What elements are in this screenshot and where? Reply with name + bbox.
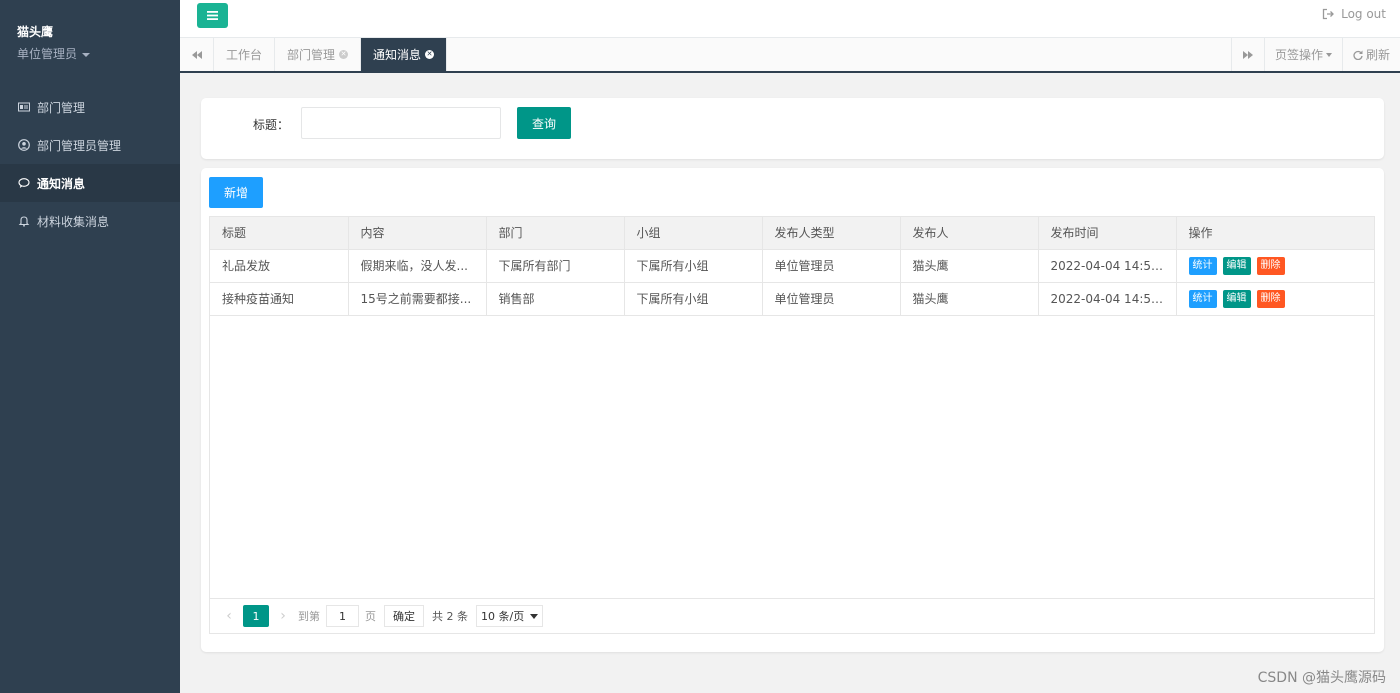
tab-notifications[interactable]: 通知消息 ✕	[361, 38, 448, 71]
tab-label: 部门管理	[287, 48, 336, 62]
cell-time: 2022-04-04 14:54:54	[1038, 282, 1177, 316]
delete-button[interactable]: 删除	[1256, 256, 1285, 275]
cell-title: 礼品发放	[210, 249, 349, 283]
close-icon[interactable]: ✕	[339, 50, 349, 59]
hamburger-icon	[207, 11, 218, 20]
pagination: ‹ 1 › 到第 页 确定 共 2 条 10 条/页	[210, 598, 1374, 633]
tab-scroll-right-button[interactable]	[1230, 38, 1264, 71]
tab-label: 工作台	[226, 48, 263, 62]
cell-ops: 统计 编辑 删除	[1176, 282, 1374, 316]
edit-button[interactable]: 编辑	[1222, 256, 1251, 275]
user-role-dropdown[interactable]: 单位管理员	[17, 45, 91, 62]
cell-ops: 统计 编辑 删除	[1176, 249, 1374, 283]
cell-publisher: 猫头鹰	[900, 249, 1039, 283]
sidebar-item-label: 材料收集消息	[37, 214, 110, 229]
tab-dashboard[interactable]: 工作台	[214, 38, 276, 71]
page-unit-label: 页	[365, 610, 376, 623]
table-row: 接种疫苗通知 15号之前需要都接... 销售部 下属所有小组 单位管理员 猫头鹰…	[210, 282, 1374, 316]
column-header: 部门	[486, 217, 625, 250]
sidebar-item-label: 部门管理	[37, 100, 86, 115]
table-panel: 新增 标题 内容 部门 小组 发布人类型 发布人 发布时间 操作 礼品发放 假期…	[201, 168, 1384, 652]
sidebar-nav: 部门管理 部门管理员管理 通知消息 材料收集消息	[0, 88, 180, 240]
tab-dept-management[interactable]: 部门管理 ✕	[275, 38, 362, 71]
stat-button[interactable]: 统计	[1188, 289, 1217, 308]
watermark: CSDN @猫头鹰源码	[1257, 670, 1386, 686]
sidebar-item-notifications[interactable]: 通知消息	[0, 164, 180, 202]
cell-publisher: 猫头鹰	[900, 282, 1039, 316]
column-header: 发布人类型	[762, 217, 901, 250]
user-name: 猫头鹰	[17, 25, 54, 39]
cell-group: 下属所有小组	[624, 249, 763, 283]
forward-icon	[1242, 50, 1253, 59]
cell-content: 15号之前需要都接...	[348, 282, 487, 316]
user-role-label: 单位管理员	[17, 47, 78, 61]
tab-ops-label: 页签操作	[1274, 48, 1323, 62]
column-header: 发布人	[900, 217, 1039, 250]
caret-down-icon	[82, 52, 91, 57]
topbar: Log out	[180, 0, 1400, 38]
refresh-icon	[1353, 50, 1363, 60]
refresh-label: 刷新	[1365, 48, 1390, 62]
sidebar-item-dept-admin-management[interactable]: 部门管理员管理	[0, 126, 180, 164]
sidebar-item-material-messages[interactable]: 材料收集消息	[0, 202, 180, 240]
backward-icon	[191, 50, 202, 59]
title-search-input[interactable]	[301, 107, 501, 139]
cell-dept: 销售部	[486, 282, 625, 316]
table-header-row: 标题 内容 部门 小组 发布人类型 发布人 发布时间 操作	[210, 217, 1374, 250]
id-card-icon	[17, 101, 31, 113]
tab-scroll-left-button[interactable]	[180, 38, 214, 71]
cell-publisher-type: 单位管理员	[762, 249, 901, 283]
total-count: 共 2 条	[432, 610, 468, 623]
user-circle-icon	[17, 139, 31, 151]
sign-out-icon	[1322, 8, 1335, 20]
tab-label: 通知消息	[373, 48, 422, 62]
cell-publisher-type: 单位管理员	[762, 282, 901, 316]
page-size-select[interactable]: 10 条/页	[476, 605, 544, 627]
cell-content: 假期来临，没人发...	[348, 249, 487, 283]
data-table: 标题 内容 部门 小组 发布人类型 发布人 发布时间 操作 礼品发放 假期来临，…	[209, 216, 1375, 634]
cell-time: 2022-04-04 14:55:35	[1038, 249, 1177, 283]
sidebar-item-dept-management[interactable]: 部门管理	[0, 88, 180, 126]
comment-icon	[17, 177, 31, 189]
next-page-icon[interactable]: ›	[274, 608, 292, 624]
add-button[interactable]: 新增	[209, 177, 263, 208]
logout-label: Log out	[1341, 7, 1386, 21]
search-panel: 标题： 查询	[201, 98, 1384, 159]
bell-icon	[17, 215, 31, 227]
goto-label: 到第	[298, 610, 320, 623]
query-button[interactable]: 查询	[517, 107, 571, 139]
column-header: 小组	[624, 217, 763, 250]
page-size-label: 10 条/页	[481, 610, 525, 623]
caret-down-icon	[1325, 52, 1332, 57]
goto-confirm-button[interactable]: 确定	[384, 605, 424, 627]
tab-bar: 工作台 部门管理 ✕ 通知消息 ✕ 页签操作 刷新	[180, 38, 1400, 73]
title-search-label: 标题：	[253, 118, 290, 132]
sidebar-item-label: 通知消息	[37, 176, 86, 191]
delete-button[interactable]: 删除	[1256, 289, 1285, 308]
column-header: 内容	[348, 217, 487, 250]
cell-dept: 下属所有部门	[486, 249, 625, 283]
sidebar: 猫头鹰 单位管理员 部门管理 部门管理员管理 通知消息 材料收集消息	[0, 0, 180, 693]
page-1-button[interactable]: 1	[243, 605, 269, 627]
table-row: 礼品发放 假期来临，没人发... 下属所有部门 下属所有小组 单位管理员 猫头鹰…	[210, 249, 1374, 283]
close-icon[interactable]: ✕	[425, 50, 435, 59]
menu-toggle-button[interactable]	[197, 3, 228, 28]
tab-bar-actions: 页签操作 刷新	[1230, 38, 1400, 71]
column-header: 操作	[1176, 217, 1374, 250]
chevron-down-icon	[530, 613, 539, 619]
edit-button[interactable]: 编辑	[1222, 289, 1251, 308]
tabs: 工作台 部门管理 ✕ 通知消息 ✕	[214, 38, 448, 71]
sidebar-item-label: 部门管理员管理	[37, 138, 122, 153]
cell-group: 下属所有小组	[624, 282, 763, 316]
column-header: 发布时间	[1038, 217, 1177, 250]
cell-title: 接种疫苗通知	[210, 282, 349, 316]
tab-ops-dropdown[interactable]: 页签操作	[1263, 38, 1342, 71]
goto-page-input[interactable]	[326, 605, 359, 627]
stat-button[interactable]: 统计	[1188, 256, 1217, 275]
column-header: 标题	[210, 217, 349, 250]
prev-page-icon[interactable]: ‹	[220, 608, 238, 624]
refresh-button[interactable]: 刷新	[1341, 38, 1400, 71]
logout-button[interactable]: Log out	[1322, 7, 1386, 21]
